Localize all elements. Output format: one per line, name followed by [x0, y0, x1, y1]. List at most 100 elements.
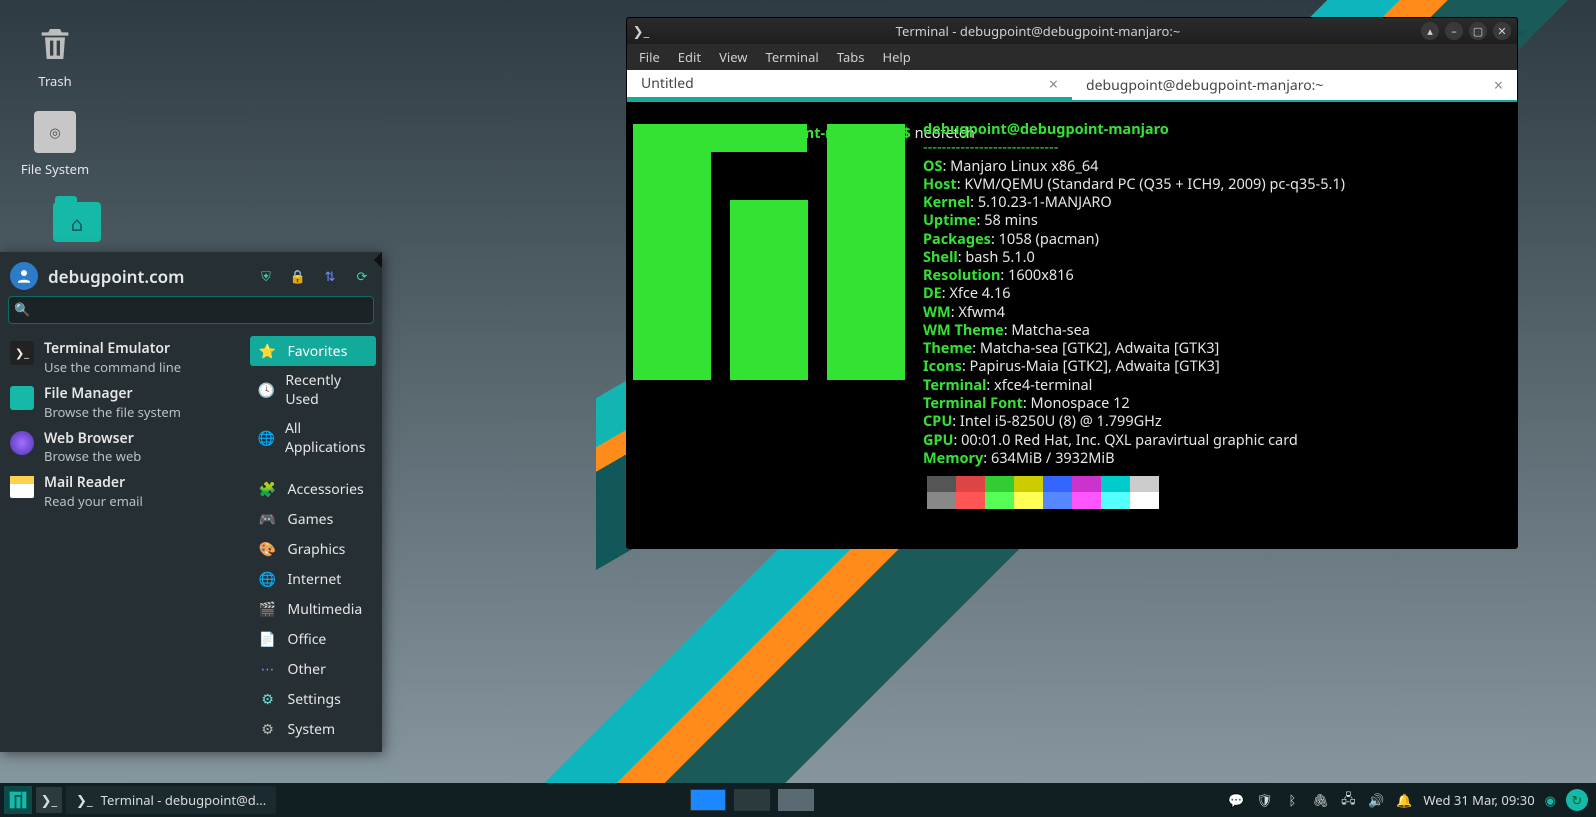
- color-swatch: [1130, 492, 1159, 509]
- category-internet[interactable]: 🌐 Internet: [250, 564, 376, 594]
- favorite-web-browser[interactable]: Web BrowserBrowse the web: [0, 426, 244, 471]
- category-label: System: [288, 720, 336, 739]
- menu-edit[interactable]: Edit: [678, 48, 701, 66]
- bluetooth-icon[interactable]: ᛒ: [1283, 791, 1301, 809]
- favorite-title: Terminal Emulator: [44, 341, 181, 358]
- workspace-pager[interactable]: [276, 789, 1227, 811]
- window-close-button[interactable]: ✕: [1493, 22, 1511, 40]
- menu-help[interactable]: Help: [882, 48, 910, 66]
- application-menu: debugpoint.com ⛨ 🔒 ⇅ ⟳ 🔍 ❯_Terminal Emul…: [0, 252, 382, 752]
- window-title: Terminal - debugpoint@debugpoint-manjaro…: [655, 22, 1421, 40]
- favorite-terminal-emulator[interactable]: ❯_Terminal EmulatorUse the command line: [0, 336, 244, 381]
- trash-icon: [31, 20, 79, 68]
- tab-close-icon[interactable]: ×: [1494, 74, 1503, 96]
- disk-icon: ◎: [31, 108, 79, 156]
- category-settings[interactable]: ⚙ Settings: [250, 684, 376, 714]
- menu-file[interactable]: File: [639, 48, 660, 66]
- desktop-icon-trash[interactable]: Trash: [10, 20, 100, 90]
- favorite-subtitle: Browse the file system: [44, 403, 181, 421]
- desktop-icon-home[interactable]: ⌂: [32, 198, 122, 250]
- category-system[interactable]: ⚙System: [250, 714, 376, 744]
- favorite-mail-reader[interactable]: Mail ReaderRead your email: [0, 470, 244, 515]
- favorite-title: Mail Reader: [44, 475, 143, 492]
- taskbar-window-label: Terminal - debugpoint@d...: [101, 791, 267, 809]
- desktop-icon-label: File System: [21, 160, 89, 178]
- category-recently-used[interactable]: 🕓Recently Used: [250, 366, 376, 414]
- app-icon: [10, 475, 34, 499]
- volume-icon[interactable]: 🔊: [1367, 791, 1385, 809]
- terminal-output[interactable]: [debugpoint@debugpoint-manjaro ~]$ neofe…: [627, 102, 1517, 548]
- category-graphics[interactable]: 🎨Graphics: [250, 534, 376, 564]
- menu-search-input[interactable]: [8, 296, 374, 324]
- tab-close-icon[interactable]: ×: [1049, 73, 1058, 95]
- menu-terminal[interactable]: Terminal: [766, 48, 819, 66]
- color-swatch: [956, 476, 985, 492]
- notification-icon[interactable]: 🔔: [1395, 791, 1413, 809]
- workspace-2[interactable]: [734, 789, 770, 811]
- favorite-subtitle: Browse the web: [44, 447, 141, 465]
- category-icon: 🌐: [258, 569, 278, 589]
- category-label: Settings: [288, 690, 341, 709]
- category-favorites[interactable]: ⭐Favorites: [250, 336, 376, 366]
- taskbar-terminal-launcher[interactable]: ❯_: [36, 787, 62, 813]
- window-keepabove-button[interactable]: ▴: [1421, 22, 1439, 40]
- start-menu-button[interactable]: [4, 786, 32, 814]
- terminal-app-icon: ❯_: [631, 22, 651, 40]
- category-games[interactable]: 🎮Games: [250, 504, 376, 534]
- window-minimize-button[interactable]: –: [1445, 22, 1463, 40]
- window-thumbnail[interactable]: [778, 789, 814, 811]
- category-label: Internet: [288, 570, 342, 589]
- category-office[interactable]: 📄Office: [250, 624, 376, 654]
- category-all-applications[interactable]: 🌐All Applications: [250, 414, 376, 462]
- color-swatch: [1130, 476, 1159, 492]
- color-swatch: [1101, 492, 1130, 509]
- category-other[interactable]: ⋯ Other: [250, 654, 376, 684]
- desktop-icon-filesystem[interactable]: ◎ File System: [10, 108, 100, 178]
- category-icon: 📄: [258, 629, 278, 649]
- tab-label: Untitled: [641, 74, 694, 93]
- category-icon: ⋯: [258, 659, 278, 679]
- workspace-1[interactable]: [690, 789, 726, 811]
- favorite-subtitle: Read your email: [44, 492, 143, 510]
- category-icon: ⚙: [258, 689, 278, 709]
- color-swatch: [985, 492, 1014, 509]
- category-label: Other: [288, 660, 326, 679]
- window-titlebar[interactable]: ❯_ Terminal - debugpoint@debugpoint-manj…: [627, 18, 1517, 44]
- favorite-file-manager[interactable]: File ManagerBrowse the file system: [0, 381, 244, 426]
- favorite-title: Web Browser: [44, 431, 141, 448]
- user-avatar-icon[interactable]: [10, 262, 38, 290]
- color-swatch: [927, 492, 956, 509]
- chat-icon[interactable]: 💬: [1227, 791, 1245, 809]
- category-label: Recently Used: [285, 371, 368, 409]
- taskbar-window-button[interactable]: ❯_ Terminal - debugpoint@d...: [66, 786, 276, 814]
- app-icon: [10, 386, 34, 410]
- color-swatch: [956, 492, 985, 509]
- clock[interactable]: Wed 31 Mar, 09:30: [1423, 791, 1534, 809]
- logout-button[interactable]: ↻: [1566, 789, 1588, 811]
- shield-icon[interactable]: ⛨: [256, 266, 276, 286]
- category-label: Multimedia: [288, 600, 363, 619]
- category-label: Games: [288, 510, 334, 529]
- color-swatch: [1043, 476, 1072, 492]
- updates-icon[interactable]: 🛡: [1255, 791, 1273, 809]
- menu-view[interactable]: View: [719, 48, 747, 66]
- refresh-icon[interactable]: ⟳: [352, 266, 372, 286]
- taskbar: ❯_ ❯_ Terminal - debugpoint@d... 💬 🛡 ᛒ 🖇…: [0, 783, 1596, 817]
- color-swatch: [1043, 492, 1072, 509]
- network-icon[interactable]: 🖧: [1339, 791, 1357, 809]
- terminal-window: ❯_ Terminal - debugpoint@debugpoint-manj…: [626, 17, 1518, 549]
- app-icon: ❯_: [10, 341, 34, 365]
- category-multimedia[interactable]: 🎬Multimedia: [250, 594, 376, 624]
- menu-tabs[interactable]: Tabs: [837, 48, 865, 66]
- transfer-icon[interactable]: ⇅: [320, 266, 340, 286]
- window-maximize-button[interactable]: ▢: [1469, 22, 1487, 40]
- search-icon: 🔍: [14, 300, 30, 318]
- terminal-tab[interactable]: Untitled ×: [627, 70, 1072, 100]
- terminal-menubar: File Edit View Terminal Tabs Help: [627, 44, 1517, 70]
- category-label: Accessories: [288, 480, 364, 499]
- lock-icon[interactable]: 🔒: [288, 266, 308, 286]
- terminal-tab[interactable]: debugpoint@debugpoint-manjaro:~×: [1072, 70, 1517, 100]
- category-accessories[interactable]: 🧩Accessories: [250, 474, 376, 504]
- usb-icon[interactable]: 🖇: [1311, 791, 1329, 809]
- categories-column: ⭐Favorites🕓Recently Used🌐All Application…: [244, 332, 382, 748]
